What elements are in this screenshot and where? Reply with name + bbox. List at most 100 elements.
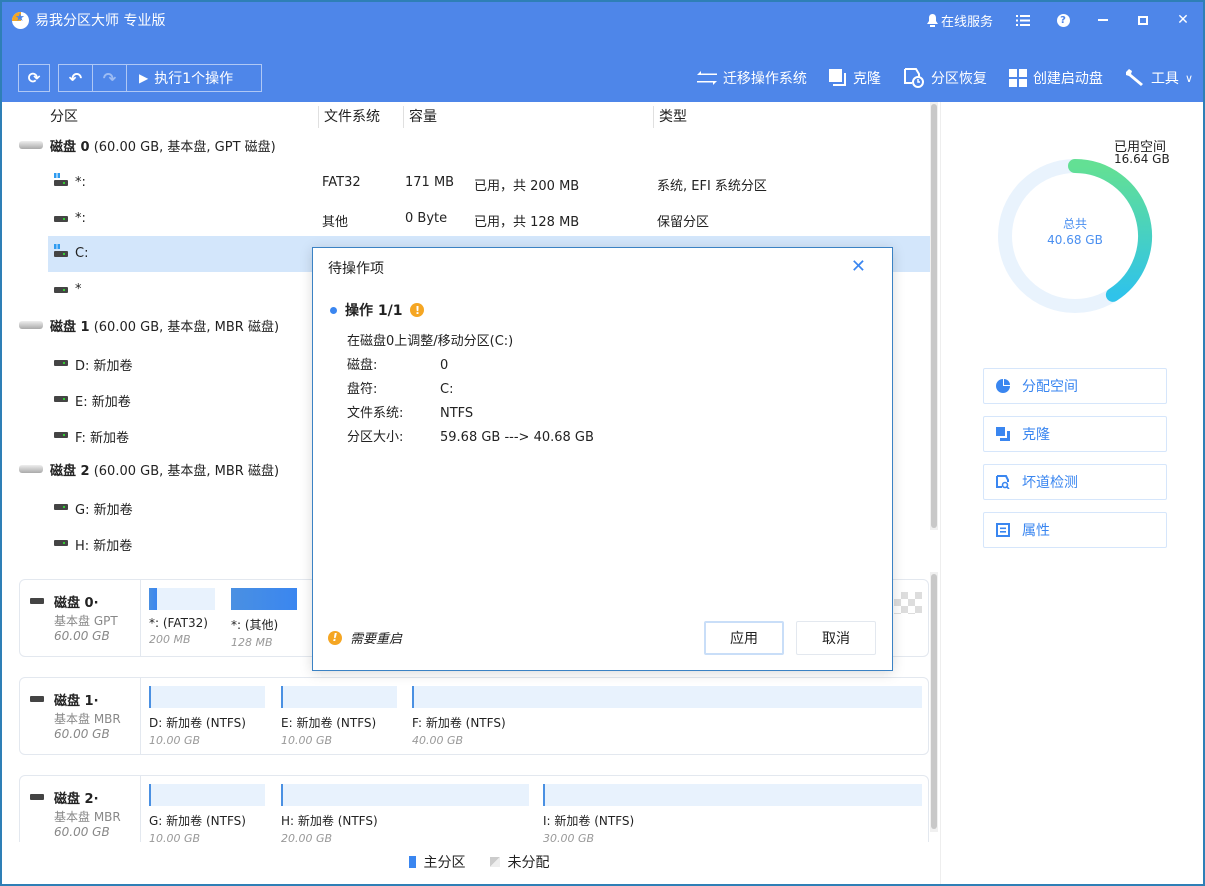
disk-icon <box>19 141 43 149</box>
close-button[interactable]: ✕ <box>1163 8 1203 32</box>
column-header-partition[interactable]: 分区 <box>45 106 78 128</box>
partition-icon <box>54 396 68 402</box>
operation-description: 在磁盘0上调整/移动分区(C:) <box>347 334 514 349</box>
refresh-button[interactable]: ⟳ <box>18 64 50 92</box>
segment-bar <box>412 686 922 708</box>
partition-name: C: <box>75 246 89 261</box>
tools-menu-button[interactable]: 工具 ∨ <box>1125 66 1193 90</box>
refresh-icon: ⟳ <box>27 69 41 87</box>
legend: 主分区 未分配 <box>2 842 940 882</box>
reboot-required-note: ! 需要重启 <box>328 628 402 647</box>
partition-name: *: <box>75 175 86 190</box>
disk-card-name: 磁盘 2· <box>54 792 99 807</box>
cancel-button[interactable]: 取消 <box>796 621 876 655</box>
field-value: NTFS <box>440 406 474 421</box>
partition-segment[interactable]: F: 新加卷 (NTFS) 40.00 GB <box>412 686 922 747</box>
execute-operations-button[interactable]: ▶ 执行1个操作 <box>127 65 261 91</box>
disk-card-type: 基本盘 MBR <box>54 810 121 824</box>
clone-partition-button[interactable]: 克隆 <box>983 416 1167 452</box>
segment-size: 20.00 GB <box>281 832 333 842</box>
clone-icon <box>996 427 1010 441</box>
segment-size: 10.00 GB <box>149 734 201 747</box>
surface-test-button[interactable]: 坏道检测 <box>983 464 1167 500</box>
partition-segment[interactable]: G: 新加卷 (NTFS) 10.00 GB <box>149 784 265 842</box>
partition-icon <box>54 287 68 293</box>
app-title: 易我分区大师 专业版 <box>12 10 165 30</box>
warning-icon: ! <box>328 630 342 645</box>
wrench-icon <box>1125 69 1143 86</box>
disk-detail: (60.00 GB, 基本盘, MBR 磁盘) <box>89 320 280 335</box>
allocate-space-button[interactable]: 分配空间 <box>983 368 1167 404</box>
migrate-os-button[interactable]: 迁移操作系统 <box>696 66 807 90</box>
online-service-button[interactable]: 在线服务 <box>926 8 1003 32</box>
segment-label: G: 新加卷 (NTFS) <box>149 814 246 828</box>
segment-bar <box>149 588 215 610</box>
undo-button[interactable]: ↶ <box>59 65 93 91</box>
properties-button[interactable]: 属性 <box>983 512 1167 548</box>
disk-card-size: 60.00 GB <box>54 727 110 741</box>
partition-segment[interactable]: E: 新加卷 (NTFS) 10.00 GB <box>281 686 397 747</box>
surface-test-icon <box>996 475 1010 489</box>
qq-bell-icon <box>926 13 938 27</box>
disk-detail: (60.00 GB, 基本盘, GPT 磁盘) <box>89 140 276 155</box>
create-bootable-media-button[interactable]: 创建启动盘 <box>1008 66 1103 90</box>
partition-total: 已用，共 128 MB <box>474 215 580 230</box>
partition-row[interactable]: *: 其他 0 Byte 已用，共 128 MB 保留分区 <box>2 201 930 237</box>
disk-card[interactable]: 磁盘 2· 基本盘 MBR 60.00 GB G: 新加卷 (NTFS) 10.… <box>19 775 929 842</box>
window-controls: 在线服务 ? ✕ <box>926 8 1203 32</box>
redo-button[interactable]: ↷ <box>93 65 127 91</box>
column-header-capacity[interactable]: 容量 <box>403 106 437 128</box>
clone-button[interactable]: 克隆 <box>828 66 881 90</box>
segment-size: 128 MB <box>231 636 273 649</box>
segment-used-fill <box>231 588 297 610</box>
list-scrollbar-thumb[interactable] <box>931 104 937 528</box>
partition-segment[interactable]: D: 新加卷 (NTFS) 10.00 GB <box>149 686 265 747</box>
partition-segment[interactable]: I: 新加卷 (NTFS) 30.00 GB <box>543 784 922 842</box>
help-button[interactable]: ? <box>1043 8 1083 32</box>
partition-recovery-button[interactable]: 分区恢复 <box>903 66 987 90</box>
disk-card[interactable]: 磁盘 1· 基本盘 MBR 60.00 GB D: 新加卷 (NTFS) 10.… <box>19 677 929 755</box>
partition-segment[interactable]: *: (其他) 128 MB <box>231 588 297 649</box>
segment-bar <box>543 784 922 806</box>
app-window: 易我分区大师 专业版 在线服务 ? ✕ <box>2 2 1203 884</box>
dialog-close-button[interactable]: ✕ <box>851 256 866 277</box>
segment-label: H: 新加卷 (NTFS) <box>281 814 378 828</box>
menu-button[interactable] <box>1003 8 1043 32</box>
disk-card-info: 磁盘 1· 基本盘 MBR 60.00 GB <box>20 678 141 754</box>
unallocated-segment[interactable] <box>894 592 922 614</box>
help-icon: ? <box>1056 13 1070 27</box>
maximize-button[interactable] <box>1123 8 1163 32</box>
minimize-button[interactable] <box>1083 8 1123 32</box>
field-key: 分区大小: <box>347 430 404 445</box>
partition-segment[interactable]: *: (FAT32) 200 MB <box>149 588 215 646</box>
segment-bar <box>281 686 397 708</box>
field-key: 盘符: <box>347 382 378 397</box>
column-header-type[interactable]: 类型 <box>653 106 687 128</box>
partition-row[interactable]: *: FAT32 171 MB 已用，共 200 MB 系统, EFI 系统分区 <box>2 165 930 201</box>
play-icon: ▶ <box>139 71 149 85</box>
partition-icon <box>54 216 68 222</box>
segment-bar <box>149 784 265 806</box>
list-header: 分区 文件系统 容量 类型 <box>2 102 930 130</box>
disk-icon <box>30 696 44 702</box>
disk-map-scrollbar[interactable] <box>930 572 938 832</box>
disk-map-scrollbar-thumb[interactable] <box>931 574 937 829</box>
disk-card-type: 基本盘 GPT <box>54 614 118 628</box>
partition-segment[interactable]: H: 新加卷 (NTFS) 20.00 GB <box>281 784 529 842</box>
apply-button[interactable]: 应用 <box>704 621 784 655</box>
partition-name: E: 新加卷 <box>75 395 131 410</box>
disk-row[interactable]: 磁盘 0 (60.00 GB, 基本盘, GPT 磁盘) <box>2 128 930 164</box>
total-label: 总共 <box>1062 217 1087 231</box>
partition-fs: 其他 <box>322 215 349 230</box>
unallocated-swatch-icon <box>489 857 500 867</box>
list-scrollbar[interactable] <box>930 102 938 530</box>
close-icon: ✕ <box>850 256 866 277</box>
minimize-icon <box>1098 19 1108 21</box>
segment-used-fill <box>149 588 157 610</box>
clone-icon <box>828 69 846 86</box>
partition-icon <box>54 540 68 546</box>
segment-label: D: 新加卷 (NTFS) <box>149 716 246 730</box>
toolbar-left: ⟳ ↶ ↷ ▶ 执行1个操作 <box>18 64 263 92</box>
column-header-filesystem[interactable]: 文件系统 <box>318 106 380 128</box>
partition-type: 保留分区 <box>657 215 710 230</box>
